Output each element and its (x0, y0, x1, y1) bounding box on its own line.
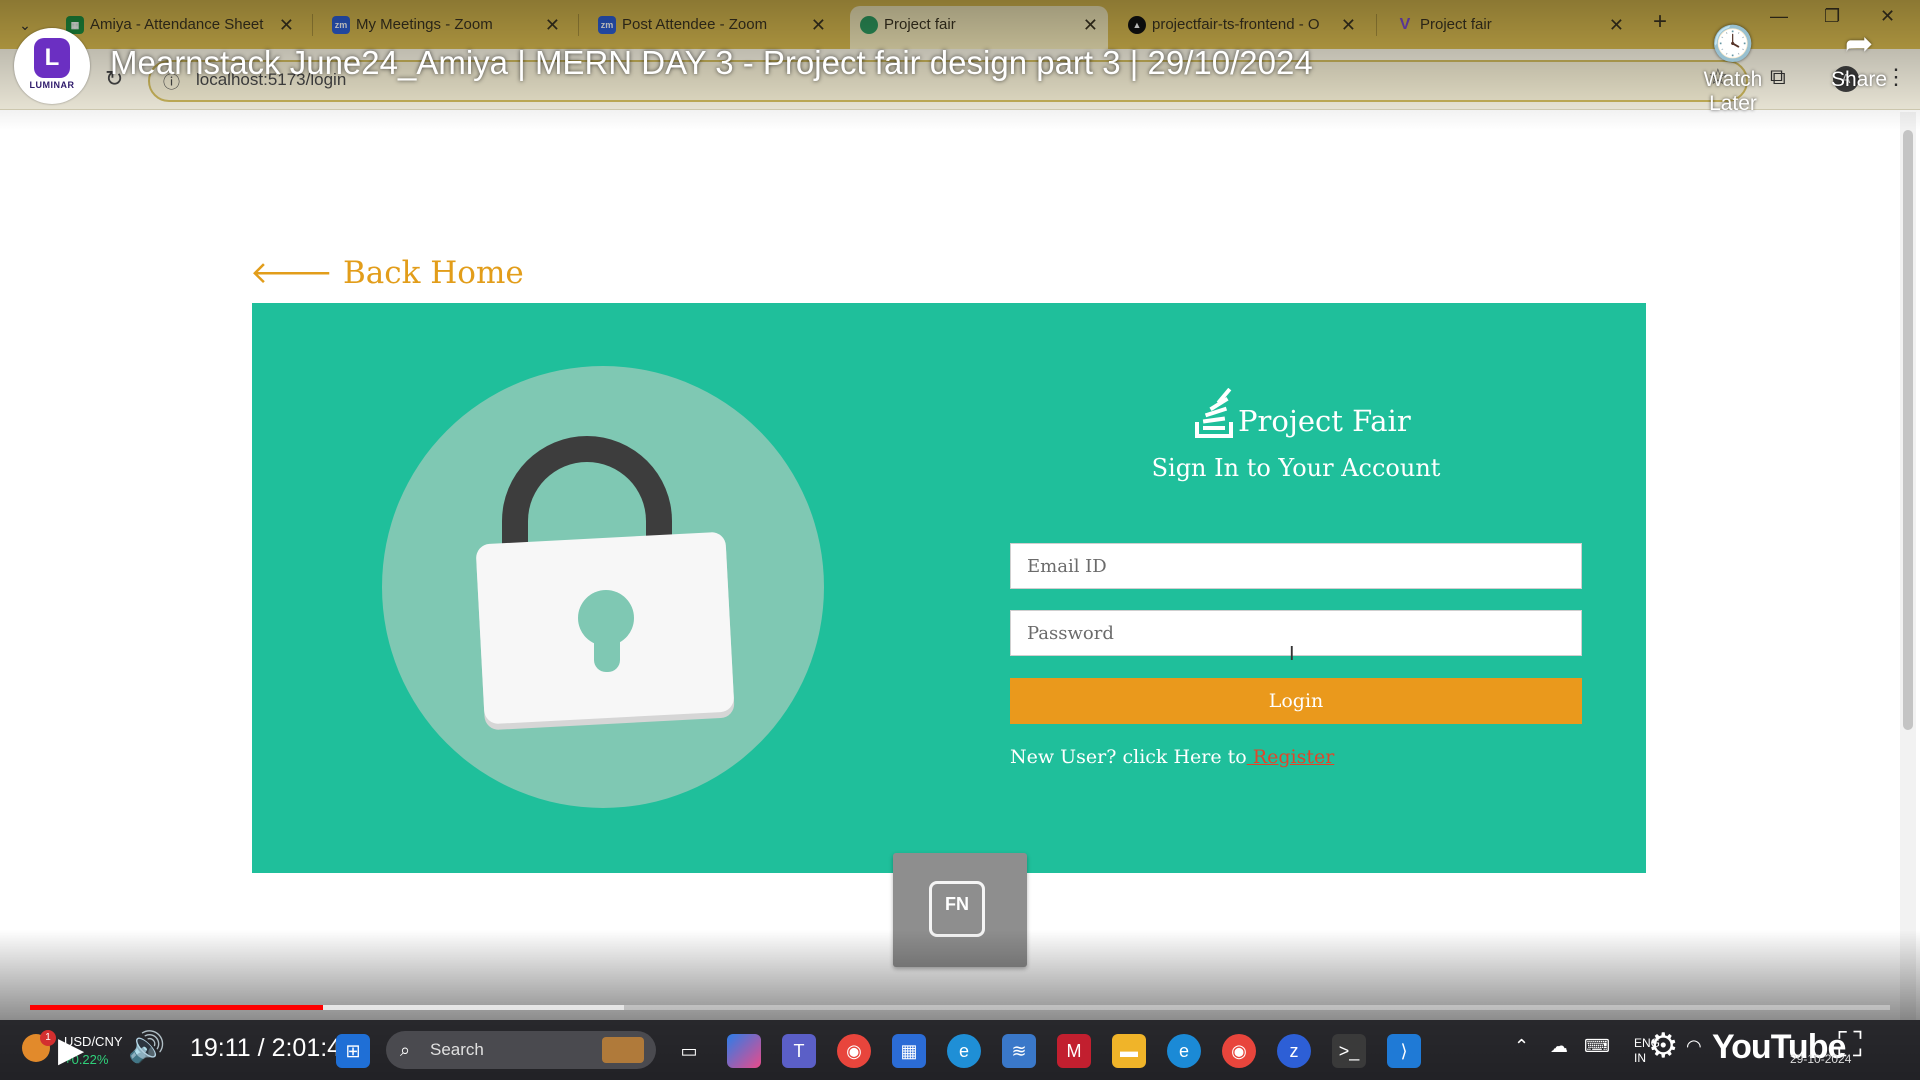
sign-in-heading: Sign In to Your Account (1151, 454, 1441, 482)
register-link[interactable]: Register (1247, 746, 1335, 768)
terminal-icon[interactable]: >_ (1332, 1034, 1366, 1068)
clock-icon: 🕓 (1711, 25, 1755, 63)
login-button[interactable]: Login (1010, 678, 1582, 724)
tray-chevron-up-icon[interactable]: ⌃ (1514, 1036, 1529, 1057)
page-scrollbar-thumb[interactable] (1903, 130, 1913, 730)
exit-fullscreen-icon[interactable]: ⛶ (1838, 1026, 1862, 1065)
close-icon[interactable]: ✕ (1083, 6, 1098, 44)
register-prompt-text: New User? click Here to (1010, 746, 1247, 768)
new-tab-button[interactable]: + (1653, 8, 1667, 36)
register-prompt: New User? click Here to Register (1010, 746, 1334, 768)
vite-icon: V (1399, 16, 1411, 33)
tab-separator (312, 14, 313, 36)
fn-key-icon: FN (929, 881, 985, 937)
tab-attendance-sheet[interactable]: ▦ Amiya - Attendance Sheet ✕ (56, 6, 304, 44)
back-home-label: Back Home (343, 255, 524, 291)
watch-later-button[interactable]: 🕓 Watch Later (1688, 24, 1778, 116)
tab-title: Project fair (1420, 16, 1492, 33)
start-icon[interactable]: ⊞ (336, 1034, 370, 1068)
zoom-icon: zm (332, 16, 350, 34)
tab-post-attendee-zoom[interactable]: zm Post Attendee - Zoom ✕ (588, 6, 836, 44)
tab-title: Post Attendee - Zoom (622, 16, 768, 33)
arrow-left-icon: 🡐 (250, 255, 334, 291)
tab-my-meetings-zoom[interactable]: zm My Meetings - Zoom ✕ (322, 6, 570, 44)
notification-badge: 1 (40, 1030, 56, 1046)
channel-avatar[interactable]: L LUMINAR (14, 28, 90, 104)
browser-tab-bar: ⌄ ▦ Amiya - Attendance Sheet ✕ zm My Mee… (0, 0, 1920, 49)
keyboard-icon[interactable]: ⌨ (1584, 1036, 1610, 1057)
video-title[interactable]: Mearnstack June24_Amiya | MERN DAY 3 - P… (110, 44, 1313, 82)
file-explorer-icon[interactable]: ▬ (1112, 1034, 1146, 1068)
progress-played (30, 1005, 324, 1010)
search-icon: ⌕ (400, 1040, 411, 1060)
share-label: Share (1830, 68, 1888, 91)
zoom-icon: zm (598, 16, 616, 34)
password-field[interactable] (1010, 610, 1582, 656)
current-time: 19:11 (190, 1034, 251, 1062)
watch-later-label: Watch Later (1703, 68, 1763, 115)
vscode-icon[interactable]: ⟩ (1387, 1034, 1421, 1068)
channel-logo-mark: L (34, 38, 70, 78)
share-button[interactable]: ➦ Share (1814, 24, 1904, 92)
email-field[interactable] (1010, 543, 1582, 589)
taskbar-search[interactable]: ⌕ Search (386, 1031, 656, 1069)
tab-title: projectfair-ts-frontend - O (1152, 16, 1320, 33)
edge-icon[interactable]: e (1167, 1034, 1201, 1068)
ie-icon[interactable]: e (947, 1034, 981, 1068)
back-home-link[interactable]: 🡐 Back Home (250, 254, 524, 291)
zoom-app-icon[interactable]: z (1277, 1034, 1311, 1068)
close-icon[interactable]: ✕ (1341, 6, 1356, 44)
close-icon[interactable]: ✕ (1609, 6, 1624, 44)
copilot-icon[interactable] (727, 1034, 761, 1068)
wifi-icon[interactable]: ◠ (1686, 1036, 1702, 1057)
chrome-active-icon[interactable]: ◉ (1222, 1034, 1256, 1068)
tab-projectfair-frontend[interactable]: ▲ projectfair-ts-frontend - O ✕ (1118, 6, 1366, 44)
tab-title: Project fair (884, 16, 956, 33)
onedrive-icon[interactable]: ☁ (1550, 1036, 1568, 1057)
chrome-icon[interactable]: ◉ (837, 1034, 871, 1068)
play-icon[interactable]: ▶ (58, 1030, 84, 1070)
settings-gear-icon[interactable]: ⚙ (1648, 1026, 1678, 1066)
search-label: Search (430, 1040, 484, 1059)
share-arrow-icon: ➦ (1844, 25, 1874, 63)
stack-logo-icon (1195, 388, 1233, 438)
channel-name: LUMINAR (29, 80, 75, 90)
time-display: 19:11 / 2:01:42 (190, 1034, 355, 1063)
tab-project-fair-active[interactable]: Project fair ✕ (850, 6, 1108, 49)
close-icon[interactable]: ✕ (811, 6, 826, 44)
close-icon[interactable]: ✕ (279, 6, 294, 44)
vercel-icon: ▲ (1128, 16, 1146, 34)
mcafee-icon[interactable]: M (1057, 1034, 1091, 1068)
tab-title: Amiya - Attendance Sheet (90, 16, 264, 33)
close-icon[interactable]: ✕ (545, 6, 560, 44)
mysql-icon[interactable]: ≋ (1002, 1034, 1036, 1068)
globe-icon (860, 16, 878, 34)
tab-project-fair-vite[interactable]: V Project fair ✕ (1386, 6, 1634, 44)
brand-name: Project Fair (1238, 404, 1411, 438)
keyhole-stem (594, 630, 620, 672)
tab-title: My Meetings - Zoom (356, 16, 493, 33)
store-icon[interactable]: ▦ (892, 1034, 926, 1068)
time-separator: / (250, 1034, 272, 1062)
search-highlight-image (602, 1037, 644, 1063)
tab-separator (578, 14, 579, 36)
tab-separator (1376, 14, 1377, 36)
teams-icon[interactable]: T (782, 1034, 816, 1068)
text-cursor-icon: I (1289, 643, 1295, 665)
task-view-icon[interactable]: ▭ (672, 1034, 706, 1068)
volume-icon[interactable]: 🔊 (128, 1030, 165, 1065)
